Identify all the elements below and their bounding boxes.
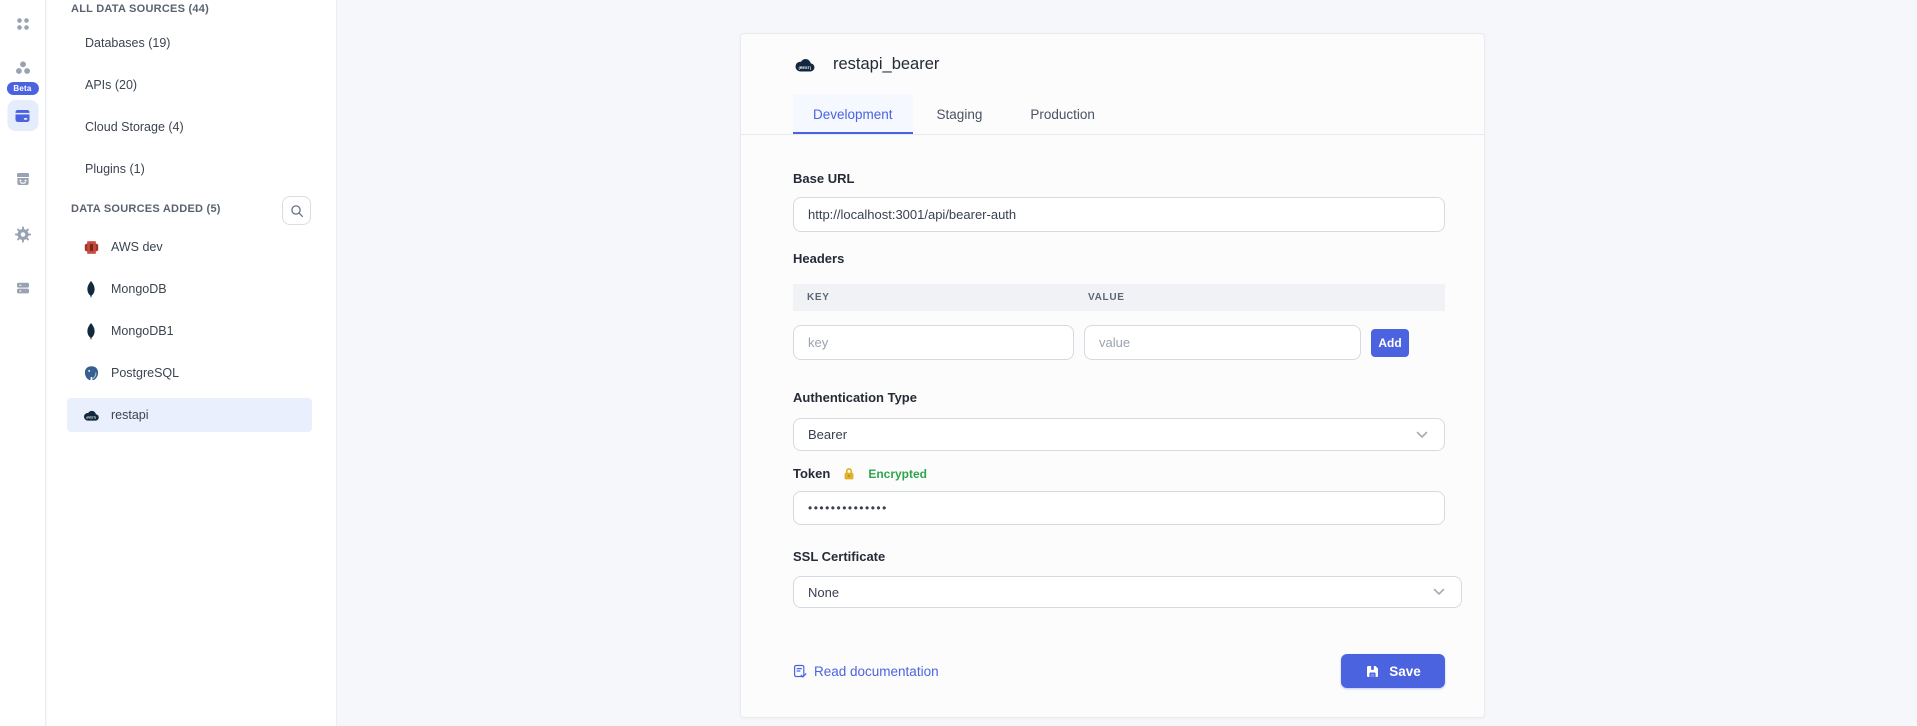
token-label: Token [793, 466, 830, 481]
added-datasources-list: AWS dev MongoDB MongoDB1 PostgreSQL [67, 230, 312, 440]
value-column-header: VALUE [1088, 292, 1125, 303]
category-label: Databases (19) [85, 36, 170, 50]
mongodb-icon [82, 323, 100, 340]
category-label: Cloud Storage (4) [85, 120, 184, 134]
datasources-icon[interactable] [7, 100, 38, 131]
read-documentation-link[interactable]: Read documentation [793, 664, 939, 679]
search-datasources-button[interactable] [282, 196, 311, 225]
ssl-certificate-select[interactable]: None [793, 576, 1462, 608]
chevron-down-icon [1433, 588, 1445, 596]
aws-icon [82, 239, 100, 256]
encrypted-badge: Encrypted [868, 467, 927, 481]
sidebar-item-apis[interactable]: APIs (20) [85, 64, 326, 106]
sidebar-item-plugins[interactable]: Plugins (1) [85, 148, 326, 190]
environment-tabs: Development Staging Production [741, 94, 1484, 135]
datasource-label: MongoDB [111, 282, 167, 296]
sidebar-item-cloud-storage[interactable]: Cloud Storage (4) [85, 106, 326, 148]
key-column-header: KEY [793, 292, 830, 303]
search-icon [290, 204, 304, 218]
datasource-label: MongoDB1 [111, 324, 174, 338]
datasource-form: Base URL Headers KEY VALUE Add Authentic… [741, 171, 1484, 688]
sidebar-item-databases[interactable]: Databases (19) [85, 22, 326, 64]
chevron-down-icon [1416, 431, 1428, 439]
rest-cloud-icon: (REST) [793, 57, 816, 73]
mongodb-icon [82, 281, 100, 298]
main-area: (REST) restapi_bearer Development Stagin… [338, 0, 1917, 726]
apps-grid-icon[interactable] [14, 15, 32, 33]
postgresql-icon [82, 365, 100, 382]
lock-icon [843, 467, 855, 481]
token-label-row: Token Encrypted [793, 466, 1445, 481]
groups-icon[interactable] [14, 59, 32, 77]
datasource-sidebar: ALL DATA SOURCES (44) Databases (19) API… [47, 0, 337, 726]
beta-badge: Beta [6, 82, 38, 95]
card-footer: Read documentation Save [793, 654, 1445, 688]
datasource-item-aws-dev[interactable]: AWS dev [67, 230, 312, 264]
svg-text:(REST): (REST) [86, 415, 96, 419]
base-url-input[interactable] [793, 197, 1445, 232]
tab-development[interactable]: Development [793, 94, 913, 134]
settings-gear-icon[interactable] [13, 225, 32, 244]
category-label: Plugins (1) [85, 162, 145, 176]
rest-cloud-icon: (REST) [82, 409, 100, 422]
card-header: (REST) restapi_bearer [741, 34, 1484, 74]
page-title: restapi_bearer [833, 55, 939, 74]
all-data-sources-header: ALL DATA SOURCES (44) [71, 3, 209, 15]
datasource-categories: Databases (19) APIs (20) Cloud Storage (… [85, 22, 326, 190]
datasource-item-mongodb1[interactable]: MongoDB1 [67, 314, 312, 348]
documentation-icon [793, 664, 807, 679]
app-root: Beta ALL DATA SOURCES (44) Databases (19… [0, 0, 1917, 726]
icon-rail: Beta [0, 0, 46, 726]
datasource-config-card: (REST) restapi_bearer Development Stagin… [740, 33, 1485, 718]
tab-staging[interactable]: Staging [913, 94, 1007, 134]
base-url-label: Base URL [793, 171, 1445, 186]
ssl-certificate-value: None [808, 585, 839, 600]
data-sources-added-header: DATA SOURCES ADDED (5) [71, 203, 221, 215]
datasource-label: restapi [111, 408, 149, 422]
tab-production[interactable]: Production [1006, 94, 1119, 134]
auth-type-label: Authentication Type [793, 390, 1445, 405]
marketplace-icon[interactable] [14, 170, 32, 188]
datasource-item-restapi[interactable]: (REST) restapi [67, 398, 312, 432]
datasource-item-mongodb[interactable]: MongoDB [67, 272, 312, 306]
ssl-certificate-label: SSL Certificate [793, 549, 1445, 564]
headers-label: Headers [793, 251, 1445, 266]
save-button[interactable]: Save [1341, 654, 1445, 688]
header-entry-row: Add [793, 325, 1445, 360]
datasource-item-postgresql[interactable]: PostgreSQL [67, 356, 312, 390]
environments-icon[interactable] [14, 279, 32, 297]
header-key-input[interactable] [793, 325, 1074, 360]
token-input[interactable] [793, 491, 1445, 525]
save-label: Save [1389, 664, 1421, 679]
datasource-label: PostgreSQL [111, 366, 179, 380]
auth-type-select[interactable]: Bearer [793, 418, 1445, 451]
save-floppy-icon [1365, 664, 1380, 679]
datasource-label: AWS dev [111, 240, 163, 254]
svg-text:(REST): (REST) [799, 65, 812, 69]
auth-type-value: Bearer [808, 427, 847, 442]
headers-table-header: KEY VALUE [793, 284, 1445, 311]
add-header-button[interactable]: Add [1371, 329, 1409, 357]
header-value-input[interactable] [1084, 325, 1361, 360]
doc-link-label: Read documentation [814, 664, 939, 679]
category-label: APIs (20) [85, 78, 137, 92]
